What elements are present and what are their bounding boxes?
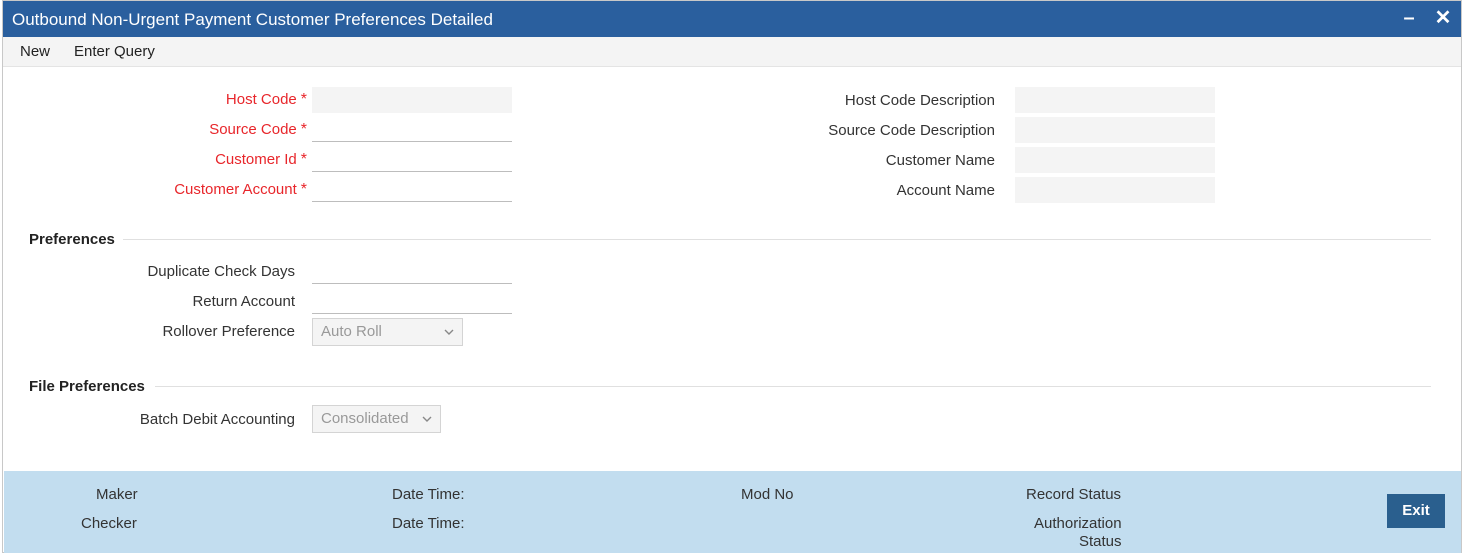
customer-account-label: Customer Account * <box>174 181 307 199</box>
title-bar: Outbound Non-Urgent Payment Customer Pre… <box>3 1 1461 37</box>
account-name-field <box>1015 177 1215 203</box>
host-code-field[interactable] <box>312 87 512 113</box>
customer-id-field[interactable] <box>312 146 512 172</box>
duplicate-check-days-field[interactable] <box>312 258 512 284</box>
file-preferences-divider <box>155 386 1431 387</box>
mod-no-label: Mod No <box>741 486 794 503</box>
file-preferences-section-title: File Preferences <box>29 378 145 395</box>
customer-name-input <box>1015 147 1215 173</box>
close-icon[interactable]: ✕ <box>1431 6 1455 30</box>
required-marker: * <box>300 151 307 168</box>
customer-name-field <box>1015 147 1215 173</box>
source-code-description-field <box>1015 117 1215 143</box>
return-account-field[interactable] <box>312 288 512 314</box>
source-code-input[interactable] <box>312 116 512 141</box>
required-marker: * <box>300 181 307 198</box>
host-code-description-input <box>1015 87 1215 113</box>
rollover-preference-select[interactable]: Auto Roll <box>312 318 463 346</box>
source-code-description-label: Source Code Description <box>828 122 995 139</box>
maker-label: Maker <box>96 486 138 503</box>
rollover-preference-value: Auto Roll <box>321 323 382 340</box>
source-code-label-text: Source Code <box>209 121 297 138</box>
authorization-status-label: Status <box>1079 533 1122 550</box>
source-code-description-input <box>1015 117 1215 143</box>
preferences-divider <box>123 239 1431 240</box>
authorization-label: Authorization <box>1034 515 1122 532</box>
enter-query-menu-item[interactable]: Enter Query <box>74 43 155 60</box>
rollover-preference-label: Rollover Preference <box>162 323 295 340</box>
account-name-input <box>1015 177 1215 203</box>
chevron-down-icon <box>444 329 454 335</box>
source-code-field[interactable] <box>312 116 512 142</box>
record-status-label: Record Status <box>1026 486 1122 503</box>
source-code-label: Source Code * <box>209 121 307 139</box>
customer-id-input[interactable] <box>312 146 512 171</box>
audit-footer: Maker Checker Date Time: Date Time: Mod … <box>4 471 1461 553</box>
window-title: Outbound Non-Urgent Payment Customer Pre… <box>12 10 493 29</box>
preferences-window: Outbound Non-Urgent Payment Customer Pre… <box>2 0 1462 553</box>
host-code-label-text: Host Code <box>225 91 297 108</box>
exit-button[interactable]: Exit <box>1387 494 1445 528</box>
required-marker: * <box>300 91 307 108</box>
customer-name-label: Customer Name <box>885 152 995 169</box>
new-menu-item[interactable]: New <box>20 43 50 60</box>
return-account-input[interactable] <box>312 288 512 313</box>
checker-date-time-label: Date Time: <box>392 515 465 532</box>
chevron-down-icon <box>422 416 432 422</box>
customer-id-label: Customer Id * <box>215 151 307 169</box>
return-account-label: Return Account <box>192 293 295 310</box>
batch-debit-accounting-select[interactable]: Consolidated <box>312 405 441 433</box>
duplicate-check-days-label: Duplicate Check Days <box>147 263 295 280</box>
batch-debit-accounting-value: Consolidated <box>321 410 409 427</box>
batch-debit-accounting-label: Batch Debit Accounting <box>139 411 295 428</box>
duplicate-check-days-input[interactable] <box>312 258 512 283</box>
host-code-description-field <box>1015 87 1215 113</box>
checker-label: Checker <box>81 515 137 532</box>
customer-account-label-text: Customer Account <box>174 181 297 198</box>
maker-date-time-label: Date Time: <box>392 486 465 503</box>
host-code-input[interactable] <box>312 87 512 112</box>
customer-id-label-text: Customer Id <box>215 151 297 168</box>
preferences-section-title: Preferences <box>29 231 115 248</box>
customer-account-field[interactable] <box>312 176 512 202</box>
minimize-icon[interactable]: – <box>1397 6 1421 30</box>
customer-account-input[interactable] <box>312 176 512 201</box>
host-code-label: Host Code * <box>226 91 307 109</box>
menu-bar: New Enter Query <box>3 37 1461 67</box>
required-marker: * <box>300 121 307 138</box>
host-code-description-label: Host Code Description <box>844 92 995 109</box>
account-name-label: Account Name <box>896 182 995 199</box>
